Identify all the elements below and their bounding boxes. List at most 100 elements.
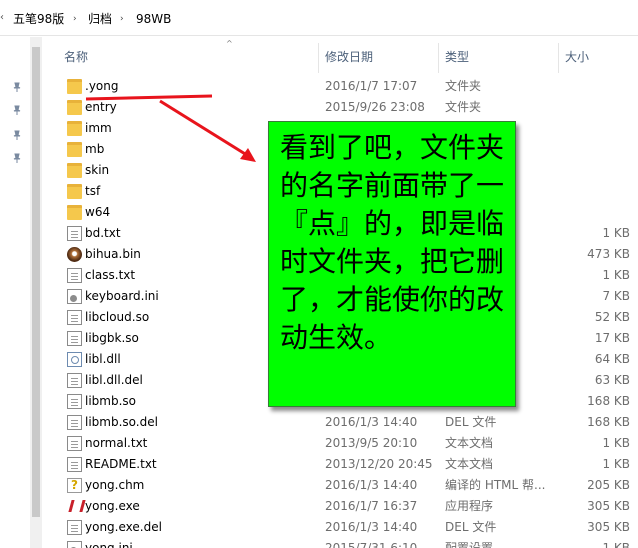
- scrollbar-thumb[interactable]: [32, 47, 40, 517]
- file-size: 205 KB: [587, 478, 630, 492]
- folder-icon: [67, 205, 82, 220]
- file-modified-date: 2016/1/3 14:40: [325, 520, 418, 534]
- chevron-right-icon[interactable]: ›: [73, 11, 77, 27]
- file-type: 编译的 HTML 帮...: [445, 478, 546, 492]
- column-divider[interactable]: [438, 43, 439, 73]
- file-name: yong.exe: [85, 499, 140, 513]
- file-name: yong.ini: [85, 541, 133, 548]
- pin-icon[interactable]: [12, 130, 22, 140]
- file-name: w64: [85, 205, 111, 219]
- ini-file-icon: [67, 289, 82, 304]
- file-name: libgbk.so: [85, 331, 139, 345]
- file-row[interactable]: yong.chm 2016/1/3 14:40 编译的 HTML 帮... 205 K…: [42, 475, 638, 496]
- text-file-icon: [67, 436, 82, 451]
- navigation-scrollbar[interactable]: [30, 37, 42, 548]
- file-type: 文件夹: [445, 100, 482, 114]
- text-file-icon: [67, 457, 82, 472]
- column-header: ^ 名称 修改日期 类型 大小: [42, 37, 638, 73]
- file-type: DEL 文件: [445, 415, 497, 429]
- pin-icon[interactable]: [12, 82, 22, 92]
- file-type: 文本文档: [445, 436, 494, 450]
- column-name-header[interactable]: 名称: [64, 48, 88, 65]
- file-type: 文本文档: [445, 457, 494, 471]
- file-name: tsf: [85, 184, 101, 198]
- blank-file-icon: [67, 520, 82, 535]
- file-modified-date: 2016/1/3 14:40: [325, 415, 418, 429]
- file-modified-date: 2016/1/3 14:40: [325, 478, 418, 492]
- ini-file-icon: [67, 541, 82, 548]
- address-bar: ‹ 五笔98版 › 归档 › 98WB: [0, 0, 638, 36]
- file-name: .yong: [85, 79, 119, 93]
- file-name: libmb.so: [85, 394, 136, 408]
- file-type: DEL 文件: [445, 520, 497, 534]
- sort-ascending-icon[interactable]: ^: [226, 39, 233, 48]
- blank-file-icon: [67, 331, 82, 346]
- file-name: skin: [85, 163, 110, 177]
- breadcrumb-item-root[interactable]: 五笔98版: [13, 11, 64, 27]
- file-name: libcloud.so: [85, 310, 150, 324]
- chm-file-icon: [67, 478, 82, 493]
- blank-file-icon: [67, 394, 82, 409]
- navigation-pane: [0, 37, 30, 548]
- dll-file-icon: [67, 352, 82, 367]
- file-name: class.txt: [85, 268, 136, 282]
- file-size: 305 KB: [587, 520, 630, 534]
- column-size-header[interactable]: 大小: [565, 48, 589, 65]
- file-row[interactable]: .yong 2016/1/7 17:07 文件夹: [42, 76, 638, 97]
- file-size: 1 KB: [602, 268, 630, 282]
- chevron-right-icon[interactable]: ›: [120, 11, 124, 27]
- file-row[interactable]: yong.ini 2015/7/31 6:10 配置设置 1 KB: [42, 538, 638, 548]
- folder-icon: [67, 100, 82, 115]
- file-size: 1 KB: [602, 457, 630, 471]
- blank-file-icon: [67, 415, 82, 430]
- folder-icon: [67, 142, 82, 157]
- column-modified-header[interactable]: 修改日期: [325, 48, 373, 65]
- pin-icon[interactable]: [12, 153, 22, 163]
- file-modified-date: 2015/9/26 23:08: [325, 100, 425, 114]
- file-name: yong.exe.del: [85, 520, 162, 534]
- file-modified-date: 2016/1/7 17:07: [325, 79, 418, 93]
- column-divider[interactable]: [318, 43, 319, 73]
- folder-icon: [67, 163, 82, 178]
- blank-file-icon: [67, 310, 82, 325]
- file-size: 1 KB: [602, 436, 630, 450]
- file-size: 1 KB: [602, 226, 630, 240]
- file-size: 7 KB: [602, 289, 630, 303]
- bin-file-icon: [67, 247, 82, 262]
- file-row[interactable]: README.txt 2013/12/20 20:45 文本文档 1 KB: [42, 454, 638, 475]
- folder-icon: [67, 79, 82, 94]
- pin-icon[interactable]: [12, 105, 22, 115]
- file-size: 64 KB: [594, 352, 630, 366]
- file-row[interactable]: yong.exe 2016/1/7 16:37 应用程序 305 KB: [42, 496, 638, 517]
- file-size: 17 KB: [594, 331, 630, 345]
- file-name: libmb.so.del: [85, 415, 158, 429]
- file-type: 应用程序: [445, 499, 494, 513]
- file-size: 168 KB: [587, 415, 630, 429]
- file-row[interactable]: libmb.so.del 2016/1/3 14:40 DEL 文件 168 KB: [42, 412, 638, 433]
- file-name: mb: [85, 142, 105, 156]
- file-name: entry: [85, 100, 117, 114]
- file-row[interactable]: normal.txt 2013/9/5 20:10 文本文档 1 KB: [42, 433, 638, 454]
- file-modified-date: 2013/12/20 20:45: [325, 457, 433, 471]
- annotation-text: 看到了吧，文件夹的名字前面带了一『点』的，即是临时文件夹，把它删了，才能使你的改…: [280, 131, 505, 354]
- breadcrumb-item-archive[interactable]: 归档: [88, 11, 112, 27]
- text-file-icon: [67, 268, 82, 283]
- chevron-left-icon[interactable]: ‹: [0, 12, 6, 24]
- file-name: bd.txt: [85, 226, 121, 240]
- file-name: imm: [85, 121, 112, 135]
- column-divider[interactable]: [558, 43, 559, 73]
- folder-icon: [67, 184, 82, 199]
- annotation-callout: 看到了吧，文件夹的名字前面带了一『点』的，即是临时文件夹，把它删了，才能使你的改…: [268, 121, 516, 407]
- exe-file-icon: [67, 499, 82, 514]
- column-type-header[interactable]: 类型: [445, 48, 469, 65]
- file-row[interactable]: entry 2015/9/26 23:08 文件夹: [42, 97, 638, 118]
- folder-icon: [67, 121, 82, 136]
- file-type: 文件夹: [445, 79, 482, 93]
- text-file-icon: [67, 226, 82, 241]
- breadcrumb-item-current[interactable]: 98WB: [136, 11, 171, 27]
- file-name: bihua.bin: [85, 247, 141, 261]
- file-size: 63 KB: [594, 373, 630, 387]
- file-row[interactable]: yong.exe.del 2016/1/3 14:40 DEL 文件 305 KB: [42, 517, 638, 538]
- file-modified-date: 2013/9/5 20:10: [325, 436, 418, 450]
- file-size: 473 KB: [587, 247, 630, 261]
